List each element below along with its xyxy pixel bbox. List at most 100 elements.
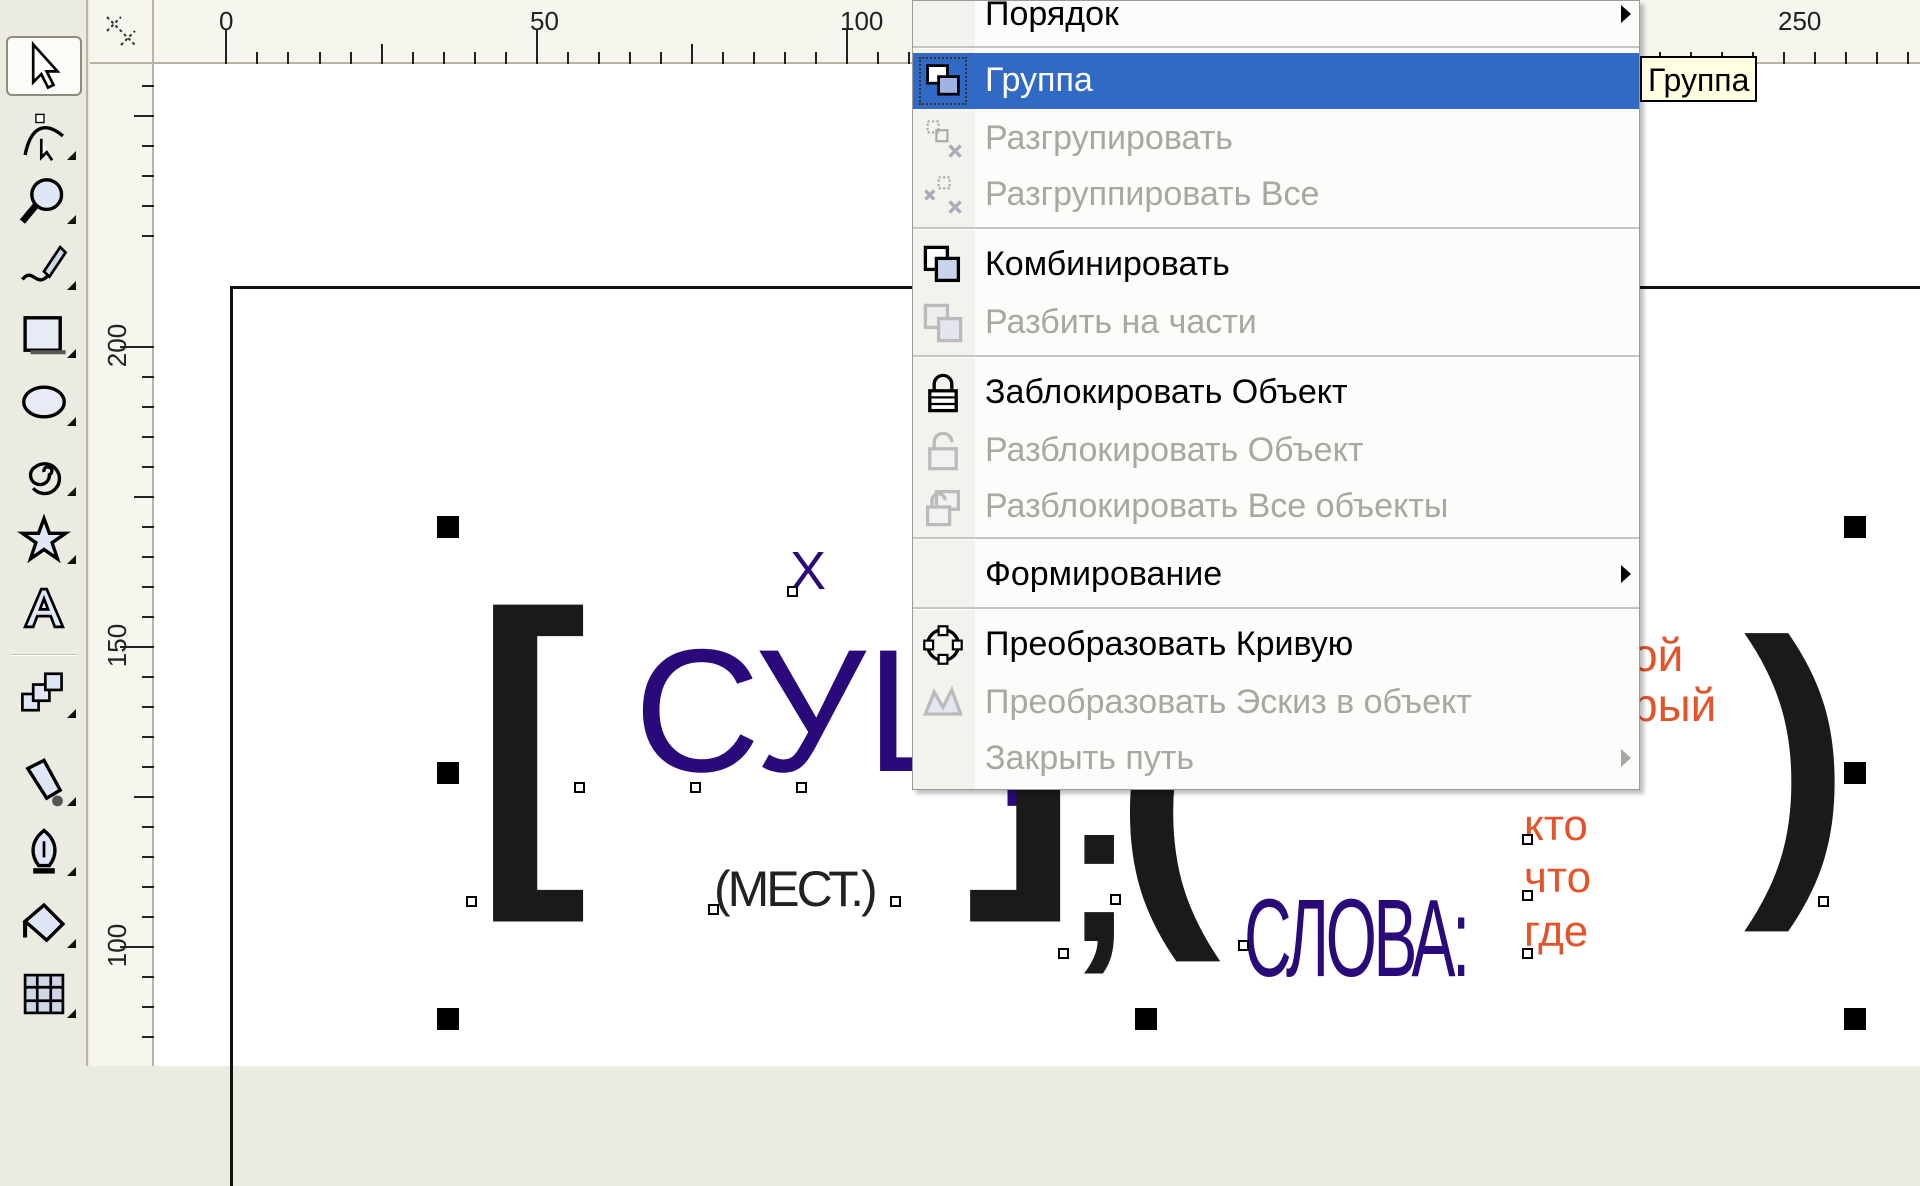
close-paren-glyph[interactable]: ) xyxy=(1744,594,1851,914)
object-node[interactable] xyxy=(1058,948,1069,959)
object-node[interactable] xyxy=(787,586,798,597)
unlock-icon xyxy=(921,429,965,473)
menu-item-combine[interactable]: Комбинировать xyxy=(913,237,1639,293)
selection-handle-mid-left[interactable] xyxy=(437,762,459,784)
ellipse-icon xyxy=(22,385,66,419)
menu-separator xyxy=(913,355,1639,358)
menu-item-label: Комбинировать xyxy=(985,245,1230,283)
blend-tool[interactable] xyxy=(6,664,82,724)
menu-item-convert-to-curves[interactable]: Преобразовать Кривую xyxy=(913,617,1639,673)
object-node[interactable] xyxy=(690,782,701,793)
selection-handle-bottom-left[interactable] xyxy=(437,1008,459,1030)
submenu-arrow-icon xyxy=(1621,749,1631,767)
object-node[interactable] xyxy=(1522,890,1533,901)
group-icon xyxy=(919,57,967,105)
menu-item-convert-sketch[interactable]: Преобразовать Эскиз в объект xyxy=(913,675,1639,731)
unlock-all-icon xyxy=(921,485,965,529)
selection-handle-bottom-center[interactable] xyxy=(1135,1008,1157,1030)
shape-tool[interactable] xyxy=(6,106,82,166)
text-tool[interactable] xyxy=(6,578,82,638)
pen-curve-icon xyxy=(21,244,68,282)
object-node[interactable] xyxy=(890,896,901,907)
menu-item-shaping[interactable]: Формирование xyxy=(913,547,1639,603)
menu-item-ungroup-all[interactable]: Разгруппировать Все xyxy=(913,167,1639,223)
text-chto[interactable]: что xyxy=(1524,856,1591,900)
menu-item-label: Разбить на части xyxy=(985,303,1257,341)
object-node[interactable] xyxy=(1522,834,1533,845)
star-icon xyxy=(17,513,71,564)
menu-separator xyxy=(913,46,1639,49)
fill-tool[interactable] xyxy=(6,894,82,954)
object-node[interactable] xyxy=(466,896,477,907)
menu-separator xyxy=(913,227,1639,230)
spiral-tool[interactable] xyxy=(6,442,82,502)
eyedropper-tool[interactable] xyxy=(6,752,82,812)
submenu-arrow-icon xyxy=(1621,565,1631,583)
selection-handle-top-left[interactable] xyxy=(437,516,459,538)
v-ruler-label: 150 xyxy=(102,623,133,668)
menu-item-ungroup[interactable]: Разгрупировать xyxy=(913,111,1639,167)
menu-item-lock-object[interactable]: Заблокировать Объект xyxy=(913,365,1639,421)
ruler-origin[interactable] xyxy=(90,0,154,64)
menu-item-label: Порядок xyxy=(985,0,1119,33)
menu-item-label: Преобразовать Кривую xyxy=(985,625,1354,663)
menu-item-label: Преобразовать Эскиз в объект xyxy=(985,683,1472,721)
tooltip: Группа xyxy=(1640,56,1758,102)
text-slova[interactable]: СЛОВА: xyxy=(1244,884,1470,994)
text-gde[interactable]: где xyxy=(1524,910,1588,954)
paint-bucket-icon xyxy=(22,902,66,943)
menu-item-unlock-object[interactable]: Разблокировать Объект xyxy=(913,423,1639,479)
menu-item-label: Разблокировать Все объекты xyxy=(985,487,1449,525)
selection-handle-top-right[interactable] xyxy=(1844,516,1866,538)
selection-handle-bottom-right[interactable] xyxy=(1844,1008,1866,1030)
menu-item-label: Группа xyxy=(985,61,1093,99)
menu-item-label: Разгруппировать Все xyxy=(985,175,1320,213)
menu-item-unlock-all[interactable]: Разблокировать Все объекты xyxy=(913,479,1639,535)
outline-tool[interactable] xyxy=(6,822,82,882)
menu-item-label: Заблокировать Объект xyxy=(985,373,1348,411)
menu-item-order[interactable]: Порядок xyxy=(913,0,1639,43)
lock-icon xyxy=(921,371,965,415)
submenu-arrow-icon xyxy=(1621,5,1631,23)
text-a-icon xyxy=(23,587,65,629)
h-ruler-label: 0 xyxy=(219,6,234,36)
convert-curve-icon xyxy=(921,623,965,667)
mesh-grid-icon xyxy=(23,973,65,1015)
open-bracket-glyph[interactable]: [ xyxy=(474,564,587,904)
pick-tool[interactable] xyxy=(6,36,82,96)
object-node[interactable] xyxy=(574,782,585,793)
toolbox-separator xyxy=(10,654,78,656)
arrow-pointer-icon xyxy=(31,40,61,90)
vertical-ruler[interactable]: 200 150 100 xyxy=(90,64,154,1066)
zoom-tool[interactable] xyxy=(6,170,82,230)
menu-item-label: Формирование xyxy=(985,555,1223,593)
h-ruler-label: 50 xyxy=(530,6,559,36)
text-mest[interactable]: (МЕСТ.) xyxy=(714,864,878,914)
menu-item-group[interactable]: Группа xyxy=(913,53,1639,109)
combine-icon xyxy=(921,243,965,287)
rectangle-tool[interactable] xyxy=(6,304,82,364)
selection-handle-mid-right[interactable] xyxy=(1844,762,1866,784)
menu-item-label: Разгрупировать xyxy=(985,119,1233,157)
menu-item-close-path[interactable]: Закрыть путь xyxy=(913,731,1639,787)
interactive-fill-tool[interactable] xyxy=(6,964,82,1024)
object-node[interactable] xyxy=(796,782,807,793)
object-node[interactable] xyxy=(1238,940,1249,951)
h-ruler-label: 250 xyxy=(1778,6,1822,36)
menu-separator xyxy=(913,537,1639,540)
text-kto[interactable]: кто xyxy=(1524,804,1588,848)
menu-item-break-apart[interactable]: Разбить на части xyxy=(913,295,1639,351)
v-ruler-label: 100 xyxy=(102,923,133,968)
text-orange-ending-2[interactable]: рый xyxy=(1632,682,1716,728)
ellipse-tool[interactable] xyxy=(6,372,82,432)
object-node[interactable] xyxy=(1818,896,1829,907)
star-tool[interactable] xyxy=(6,510,82,570)
freehand-tool[interactable] xyxy=(6,236,82,296)
h-ruler-label: 100 xyxy=(840,6,884,36)
ungroup-icon xyxy=(921,117,965,161)
object-node[interactable] xyxy=(1522,948,1533,959)
convert-sketch-icon xyxy=(921,681,965,725)
object-node[interactable] xyxy=(1110,894,1121,905)
object-node[interactable] xyxy=(708,904,719,915)
context-menu: Порядок Группа Разгрупировать Разгруппир… xyxy=(912,0,1640,790)
